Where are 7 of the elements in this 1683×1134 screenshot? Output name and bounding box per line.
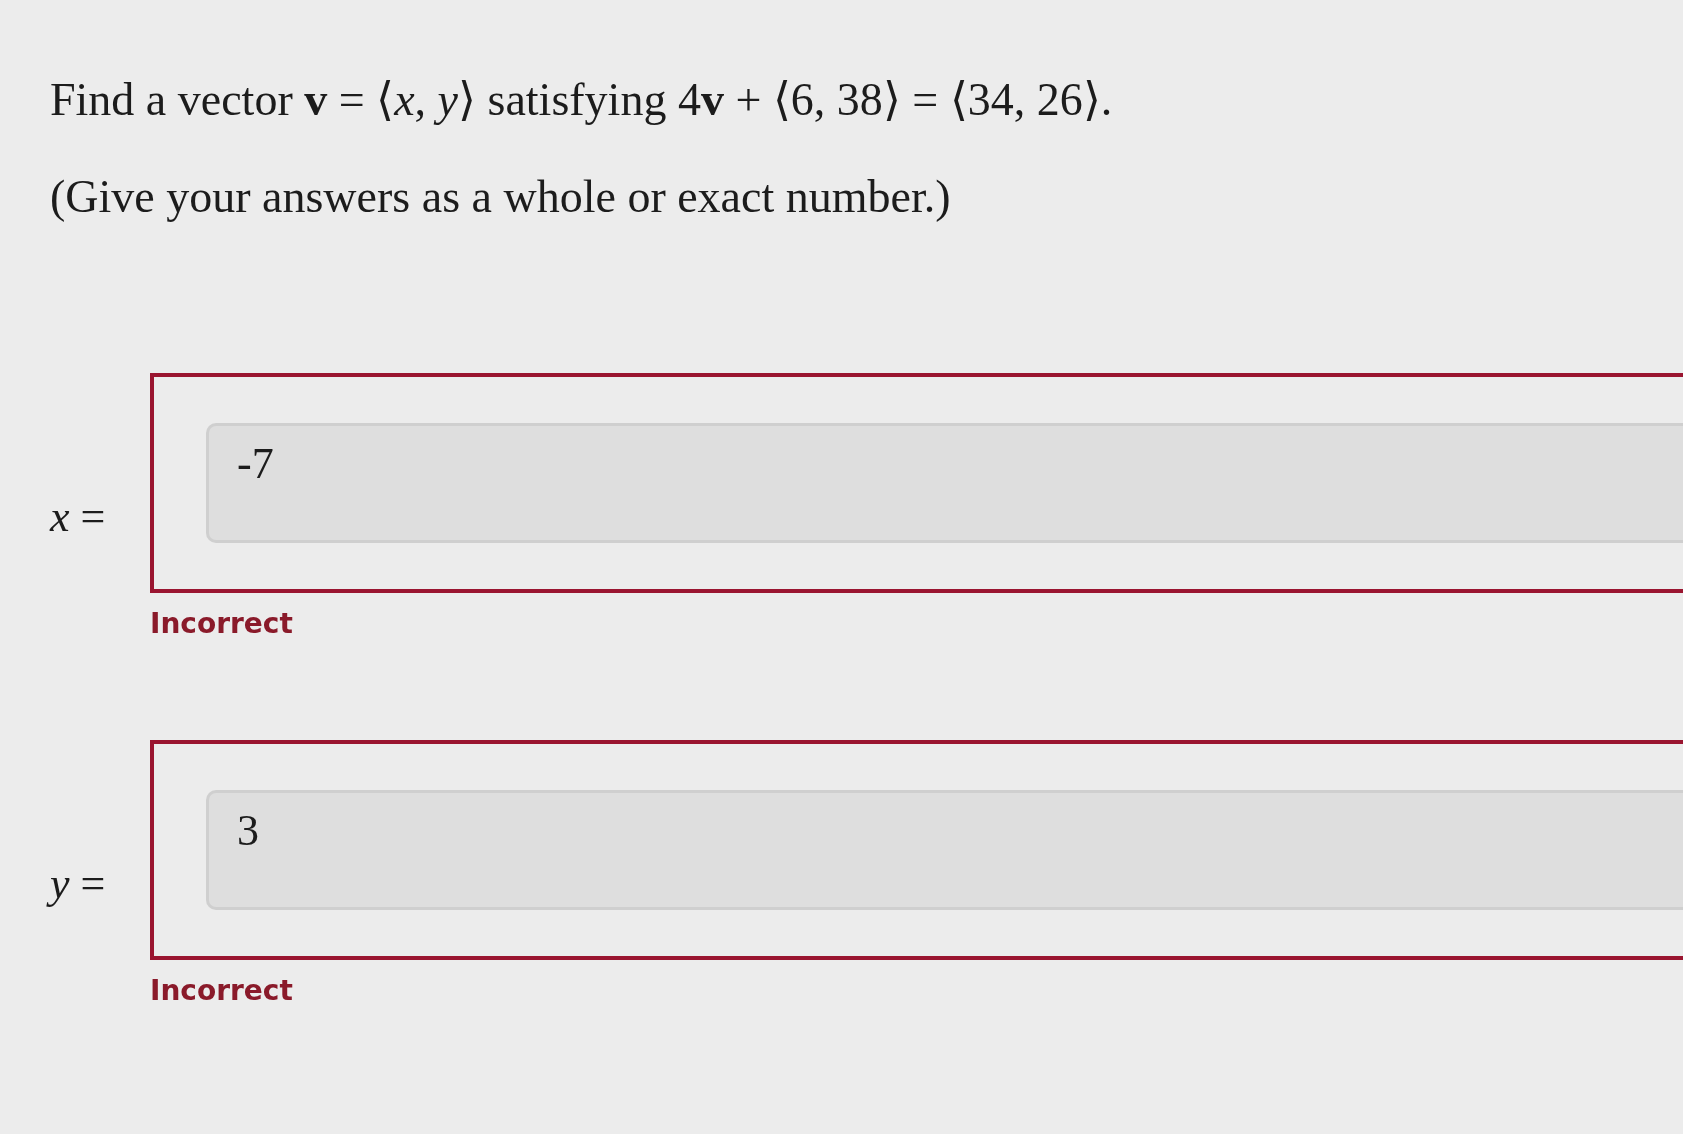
question-text: Find a vector v = ⟨x, y⟩ satisfying 4v + ⟨6, 38⟩ = ⟨34, 26⟩. [50, 73, 1114, 126]
answer-field[interactable]: 3 [206, 790, 1683, 910]
variable-label: x = [50, 491, 107, 542]
answer-field[interactable]: -7 [206, 423, 1683, 543]
feedback-text: Incorrect [150, 974, 294, 1007]
feedback-text: Incorrect [150, 607, 294, 640]
instruction-text: (Give your answers as a whole or exact number.) [50, 170, 952, 223]
